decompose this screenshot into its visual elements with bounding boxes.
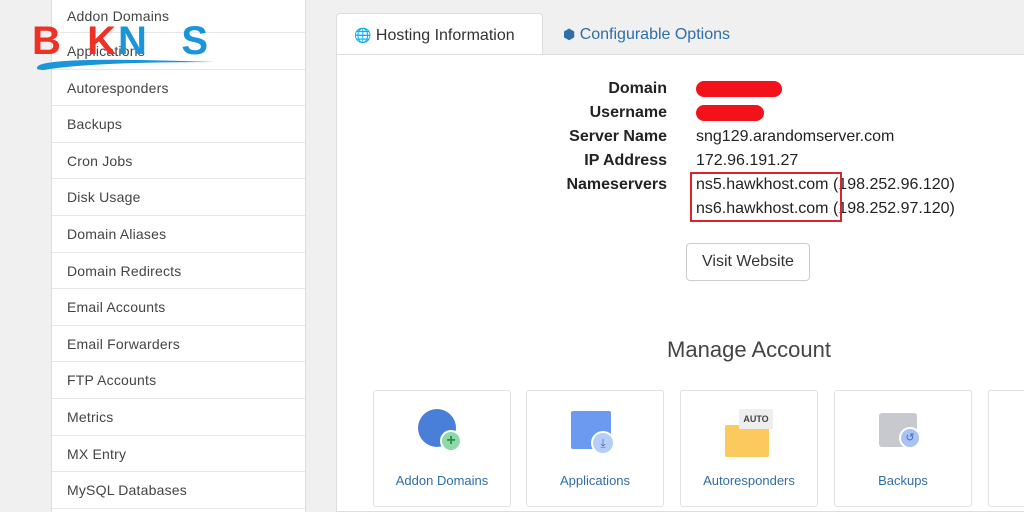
- sidebar-item-domain-redirects[interactable]: Domain Redirects: [52, 253, 305, 290]
- bkns-logo: BK NS: [32, 20, 215, 70]
- sidebar-item-autoresponders[interactable]: Autoresponders: [52, 70, 305, 107]
- tile-label: Autoresponders: [703, 473, 795, 488]
- visit-website-button[interactable]: Visit Website: [686, 243, 810, 281]
- tile-addon-domains[interactable]: + Addon Domains: [373, 390, 511, 507]
- hosting-info-panel: Domain Username Server Name sng129.arando…: [336, 54, 1024, 512]
- domain-value-redacted: [696, 77, 782, 101]
- globe-plus-icon: +: [418, 409, 468, 457]
- sidebar-item-metrics[interactable]: Metrics: [52, 399, 305, 436]
- server-name-label: Server Name: [569, 128, 667, 145]
- sidebar-item-email-forwarders[interactable]: Email Forwarders: [52, 326, 305, 363]
- sidebar-item-backups[interactable]: Backups: [52, 106, 305, 143]
- sidebar-item-mysql-databases[interactable]: MySQL Databases: [52, 472, 305, 509]
- svg-text:BK: BK: [32, 20, 116, 63]
- tile-backups[interactable]: ↺ Backups: [834, 390, 972, 507]
- drive-backup-icon: ↺: [879, 409, 929, 457]
- tile-autoresponders[interactable]: AUTO Autoresponders: [680, 390, 818, 507]
- sidebar-item-disk-usage[interactable]: Disk Usage: [52, 179, 305, 216]
- tile-label: Backups: [878, 473, 928, 488]
- nameservers-label: Nameservers: [566, 176, 667, 193]
- username-label: Username: [589, 104, 667, 121]
- tab-hosting-information[interactable]: 🌐 Hosting Information: [336, 13, 543, 55]
- nameserver-2-ip: (198.252.97.120): [832, 200, 955, 217]
- domain-label: Domain: [608, 80, 667, 97]
- ip-address-value: 172.96.191.27: [696, 152, 799, 169]
- sidebar-item-mx-entry[interactable]: MX Entry: [52, 436, 305, 473]
- nameserver-1-ip: (198.252.96.120): [832, 176, 955, 193]
- sidebar-item-email-accounts[interactable]: Email Accounts: [52, 289, 305, 326]
- username-value-redacted: [696, 101, 764, 125]
- app-download-icon: ⤓: [571, 409, 621, 457]
- tile-partial[interactable]: [988, 390, 1024, 507]
- sidebar-item-domain-aliases[interactable]: Domain Aliases: [52, 216, 305, 253]
- tab-label: Configurable Options: [579, 26, 730, 43]
- tab-configurable-options[interactable]: ⬢ Configurable Options: [546, 13, 747, 55]
- svg-text:NS: NS: [118, 20, 208, 63]
- tile-label: Applications: [559, 473, 631, 488]
- sidebar-item-cron-jobs[interactable]: Cron Jobs: [52, 143, 305, 180]
- cubes-icon: ⬢: [563, 26, 576, 42]
- sidebar: Addon Domains Applications Autoresponder…: [51, 0, 306, 512]
- main-content: 🌐 Hosting Information ⬢ Configurable Opt…: [336, 13, 1024, 512]
- tile-applications[interactable]: ⤓ Applications: [526, 390, 664, 507]
- auto-envelope-icon: AUTO: [725, 409, 775, 457]
- tab-label: Hosting Information: [375, 27, 515, 44]
- ip-address-label: IP Address: [584, 152, 667, 169]
- nameserver-highlight-box: [690, 172, 842, 222]
- tile-label: Addon Domains: [395, 473, 489, 488]
- manage-account-title: Manage Account: [667, 337, 831, 362]
- globe-icon: 🌐: [354, 27, 372, 43]
- tab-bar: 🌐 Hosting Information ⬢ Configurable Opt…: [336, 13, 1024, 55]
- auto-badge: AUTO: [739, 409, 773, 429]
- server-name-value: sng129.arandomserver.com: [696, 128, 895, 145]
- sidebar-item-ftp-accounts[interactable]: FTP Accounts: [52, 362, 305, 399]
